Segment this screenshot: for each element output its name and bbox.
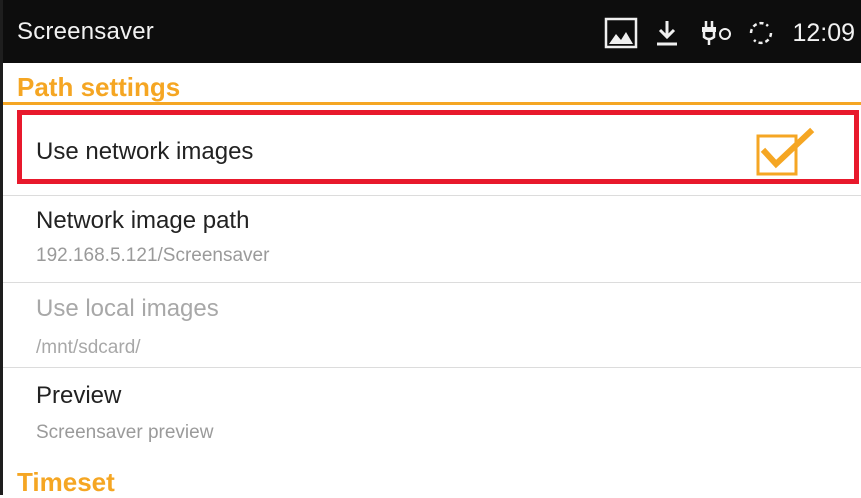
status-bar: Screensaver 12:09 bbox=[3, 0, 861, 63]
sync-icon bbox=[746, 18, 776, 48]
setting-summary: Screensaver preview bbox=[36, 422, 214, 443]
section-header-path-settings: Path settings bbox=[17, 72, 181, 102]
setting-summary: /mnt/sdcard/ bbox=[36, 337, 141, 358]
setting-preview[interactable]: Preview Screensaver preview bbox=[3, 368, 861, 456]
screen-title: Screensaver bbox=[17, 18, 154, 45]
download-icon bbox=[652, 18, 682, 48]
setting-title: Preview bbox=[36, 382, 122, 409]
status-icons: 12:09 bbox=[604, 13, 855, 53]
image-icon bbox=[604, 16, 638, 50]
section-divider bbox=[3, 102, 861, 105]
setting-title: Network image path bbox=[36, 207, 250, 234]
setting-network-image-path[interactable]: Network image path 192.168.5.121/Screens… bbox=[3, 196, 861, 280]
screensaver-settings-screen: Screensaver 12:09 Path settings Use netw… bbox=[0, 0, 861, 497]
setting-summary: 192.168.5.121/Screensaver bbox=[36, 245, 270, 266]
highlight-box bbox=[17, 110, 859, 184]
status-clock: 12:09 bbox=[792, 18, 855, 47]
usb-power-icon bbox=[696, 18, 732, 48]
setting-use-local-images[interactable]: Use local images /mnt/sdcard/ bbox=[3, 283, 861, 367]
section-header-timeset: Timeset bbox=[17, 467, 115, 497]
setting-title: Use local images bbox=[36, 295, 219, 322]
